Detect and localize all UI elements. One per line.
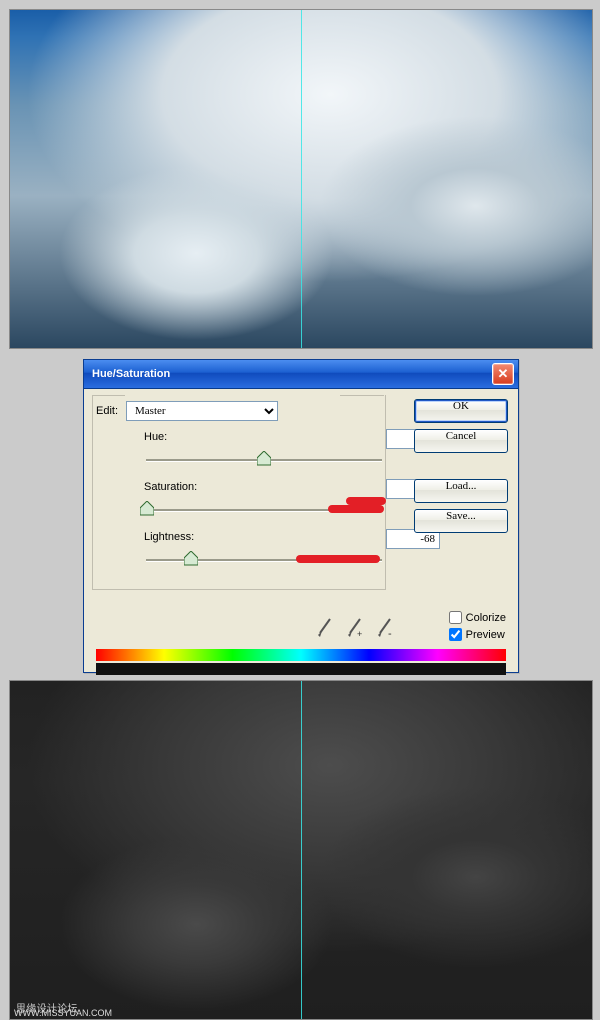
eyedropper-group: + - [316,617,394,639]
edit-dropdown[interactable]: Master [126,401,278,421]
svg-text:+: + [357,629,362,639]
vertical-guide [301,10,302,348]
load-button[interactable]: Load... [414,479,508,503]
colorize-checkbox[interactable] [449,611,462,624]
watermark-url: WWW.MISSYUAN.COM [14,1008,112,1018]
cancel-button[interactable]: Cancel [414,429,508,453]
checkbox-group: Colorize Preview [449,611,506,641]
annotation-mark [296,555,380,563]
annotation-mark [328,505,384,513]
lightness-slider[interactable] [146,551,382,569]
hue-label: Hue: [144,431,167,443]
eyedropper-add-icon[interactable]: + [346,617,364,639]
saturation-label: Saturation: [144,481,197,493]
edit-row: Edit: Master [96,401,278,421]
vertical-guide [301,681,302,1019]
hue-saturation-dialog: Hue/Saturation ✕ Edit: Master Hue: Sa [83,359,519,673]
canvas-after: 思缘设计论坛 [9,680,593,1020]
lightness-label: Lightness: [144,531,194,543]
dialog-title: Hue/Saturation [92,368,170,380]
preview-label: Preview [466,629,505,641]
saturation-slider-thumb[interactable] [140,501,154,516]
colorize-checkbox-row[interactable]: Colorize [449,611,506,624]
eyedropper-subtract-icon[interactable]: - [376,617,394,639]
saturation-slider[interactable] [146,501,382,519]
lightness-slider-thumb[interactable] [184,551,198,566]
preview-checkbox-row[interactable]: Preview [449,628,506,641]
colorize-label: Colorize [466,612,506,624]
close-button[interactable]: ✕ [492,363,514,385]
eyedropper-icon[interactable] [316,617,334,639]
ok-button[interactable]: OK [414,399,508,423]
hue-slider-thumb[interactable] [257,451,271,466]
output-spectrum-bar [96,663,506,675]
save-button[interactable]: Save... [414,509,508,533]
canvas-before [9,9,593,349]
edit-label: Edit: [96,405,118,417]
button-column: OK Cancel Load... Save... [414,399,508,533]
svg-text:-: - [388,628,392,639]
dialog-body: Edit: Master Hue: Saturation: [84,389,518,673]
hue-slider[interactable] [146,451,382,469]
hue-spectrum-bar [96,649,506,661]
titlebar[interactable]: Hue/Saturation ✕ [84,360,518,389]
close-icon: ✕ [498,366,509,382]
preview-checkbox[interactable] [449,628,462,641]
